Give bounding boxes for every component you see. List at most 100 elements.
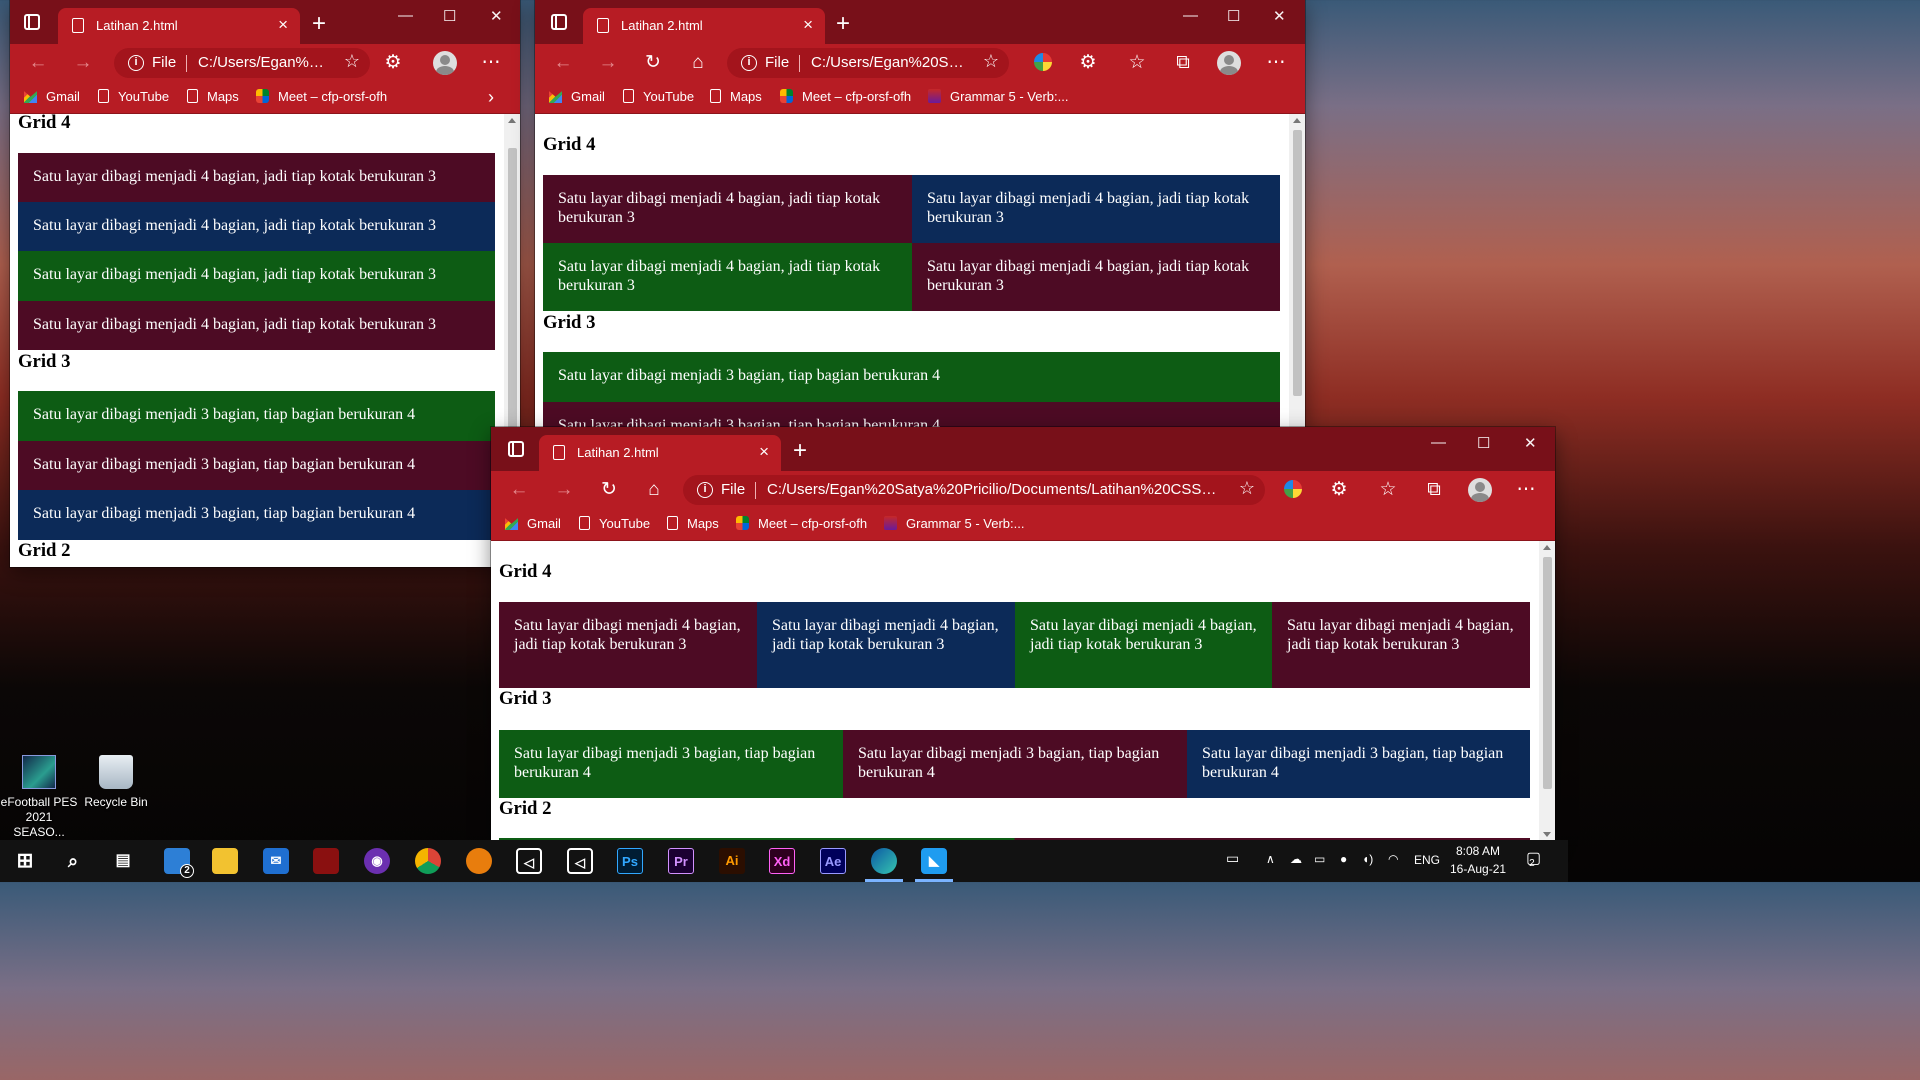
address-bar[interactable]: i File C:/Users/Egan%2... ☆: [114, 48, 370, 78]
scroll-up-icon[interactable]: [1543, 545, 1551, 550]
maximize-icon[interactable]: ☐: [443, 7, 456, 25]
github-icon[interactable]: ◉: [364, 848, 390, 874]
bookmark-grammar[interactable]: Grammar 5 - Verb:...: [928, 89, 1068, 104]
minimize-icon[interactable]: —: [1183, 7, 1198, 24]
vertical-scrollbar[interactable]: [1539, 541, 1555, 841]
cloud-icon[interactable]: ☁: [1290, 852, 1302, 866]
minimize-icon[interactable]: —: [398, 7, 413, 24]
new-tab-icon[interactable]: +: [793, 437, 807, 465]
extensions-icon[interactable]: ⚙: [1076, 52, 1100, 74]
profile-avatar[interactable]: [1217, 51, 1241, 75]
extension-globe-icon[interactable]: [1284, 480, 1302, 498]
refresh-icon[interactable]: ↻: [641, 52, 665, 74]
tab-latihan[interactable]: Latihan 2.html ×: [539, 435, 781, 471]
close-window-icon[interactable]: ✕: [1273, 7, 1286, 25]
microphone-icon[interactable]: ●: [1340, 852, 1347, 866]
collections-icon[interactable]: ⧉: [1171, 52, 1195, 74]
refresh-icon[interactable]: ↻: [597, 479, 621, 501]
visual-studio-icon[interactable]: ◁: [567, 848, 593, 874]
bookmark-meet[interactable]: Meet – cfp-orsf-ofh: [736, 516, 867, 531]
photoshop-icon[interactable]: Ps: [617, 848, 643, 874]
extensions-icon[interactable]: ⚙: [381, 52, 405, 74]
chevron-up-icon[interactable]: ∧: [1266, 852, 1275, 866]
scroll-up-icon[interactable]: [1293, 118, 1301, 123]
forward-icon[interactable]: →: [596, 52, 620, 74]
tab-latihan[interactable]: Latihan 2.html ×: [58, 8, 300, 44]
bookmark-grammar[interactable]: Grammar 5 - Verb:...: [884, 516, 1024, 531]
collections-icon[interactable]: ⧉: [1422, 479, 1446, 501]
file-manager-icon[interactable]: 2: [164, 848, 194, 878]
tab-actions-icon[interactable]: [24, 14, 40, 30]
blender-icon[interactable]: [466, 848, 492, 874]
bookmark-youtube[interactable]: YouTube: [98, 89, 169, 104]
close-window-icon[interactable]: ✕: [490, 7, 503, 25]
windows-start-icon[interactable]: ⊞: [12, 848, 38, 874]
mail-icon[interactable]: ✉: [263, 848, 289, 874]
more-menu-icon[interactable]: ⋯: [1514, 479, 1538, 501]
chevron-right-icon[interactable]: ›: [488, 87, 494, 108]
tab-latihan[interactable]: Latihan 2.html ×: [583, 8, 825, 44]
scrollbar-thumb[interactable]: [1543, 557, 1552, 789]
notification-center-icon[interactable]: ▭: [1226, 850, 1239, 867]
edge-icon[interactable]: [865, 848, 903, 882]
bookmark-maps[interactable]: Maps: [187, 89, 239, 104]
bookmark-gmail[interactable]: Gmail: [24, 89, 80, 104]
desktop-icon-pes[interactable]: eFootball PES 2021 SEASO...: [0, 755, 78, 840]
premiere-icon[interactable]: Pr: [668, 848, 694, 874]
bookmark-youtube[interactable]: YouTube: [579, 516, 650, 531]
profile-avatar[interactable]: [1468, 478, 1492, 502]
after-effects-icon[interactable]: Ae: [820, 848, 846, 874]
more-menu-icon[interactable]: ⋯: [1264, 52, 1288, 74]
add-favorite-icon[interactable]: ☆: [1239, 478, 1255, 499]
battery-icon[interactable]: ▭: [1314, 852, 1325, 866]
back-icon[interactable]: ←: [26, 52, 50, 74]
xd-icon[interactable]: Xd: [769, 848, 795, 874]
volume-icon[interactable]: ◖): [1362, 852, 1373, 866]
action-center-icon[interactable]: ▢2: [1526, 848, 1547, 869]
chrome-icon[interactable]: [415, 848, 441, 874]
bookmark-gmail[interactable]: Gmail: [505, 516, 561, 531]
bookmark-gmail[interactable]: Gmail: [549, 89, 605, 104]
info-icon[interactable]: i: [741, 55, 757, 71]
extension-globe-icon[interactable]: [1034, 53, 1052, 71]
bookmark-maps[interactable]: Maps: [710, 89, 762, 104]
close-window-icon[interactable]: ✕: [1524, 434, 1537, 452]
extensions-icon[interactable]: ⚙: [1327, 479, 1351, 501]
new-tab-icon[interactable]: +: [312, 10, 326, 38]
illustrator-icon[interactable]: Ai: [719, 848, 745, 874]
close-tab-icon[interactable]: ×: [278, 15, 288, 35]
address-bar[interactable]: i File C:/Users/Egan%20Satya%20Pricilio/…: [683, 475, 1265, 505]
forward-icon[interactable]: →: [71, 52, 95, 74]
scrollbar-thumb[interactable]: [1293, 130, 1302, 396]
close-tab-icon[interactable]: ×: [803, 15, 813, 35]
wifi-icon[interactable]: ◠: [1388, 852, 1398, 866]
back-icon[interactable]: ←: [507, 479, 531, 501]
tab-actions-icon[interactable]: [551, 14, 567, 30]
favorites-icon[interactable]: ☆: [1376, 479, 1400, 501]
language-indicator[interactable]: ENG: [1414, 853, 1440, 867]
profile-avatar[interactable]: [433, 51, 457, 75]
game-app-icon[interactable]: [313, 848, 339, 874]
task-view-icon[interactable]: ▤: [110, 848, 136, 874]
bookmark-meet[interactable]: Meet – cfp-orsf-ofh: [780, 89, 911, 104]
close-tab-icon[interactable]: ×: [759, 442, 769, 462]
bookmark-youtube[interactable]: YouTube: [623, 89, 694, 104]
more-menu-icon[interactable]: ⋯: [479, 52, 503, 74]
scroll-down-icon[interactable]: [1543, 832, 1551, 837]
info-icon[interactable]: i: [697, 482, 713, 498]
bookmark-maps[interactable]: Maps: [667, 516, 719, 531]
vertical-scrollbar[interactable]: [1289, 114, 1305, 428]
desktop-icon-recycle-bin[interactable]: Recycle Bin: [77, 755, 155, 810]
clock-date[interactable]: 16-Aug-21: [1450, 862, 1506, 876]
bookmark-meet[interactable]: Meet – cfp-orsf-ofh: [256, 89, 387, 104]
minimize-icon[interactable]: —: [1431, 434, 1446, 451]
new-tab-icon[interactable]: +: [836, 10, 850, 38]
tab-actions-icon[interactable]: [508, 441, 524, 457]
home-icon[interactable]: ⌂: [642, 479, 666, 501]
forward-icon[interactable]: →: [552, 479, 576, 501]
address-bar[interactable]: i File C:/Users/Egan%20Saty... ☆: [727, 48, 1009, 78]
add-favorite-icon[interactable]: ☆: [344, 51, 360, 72]
maximize-icon[interactable]: ☐: [1227, 7, 1240, 25]
favorites-icon[interactable]: ☆: [1125, 52, 1149, 74]
unity-icon[interactable]: ◁: [516, 848, 542, 874]
